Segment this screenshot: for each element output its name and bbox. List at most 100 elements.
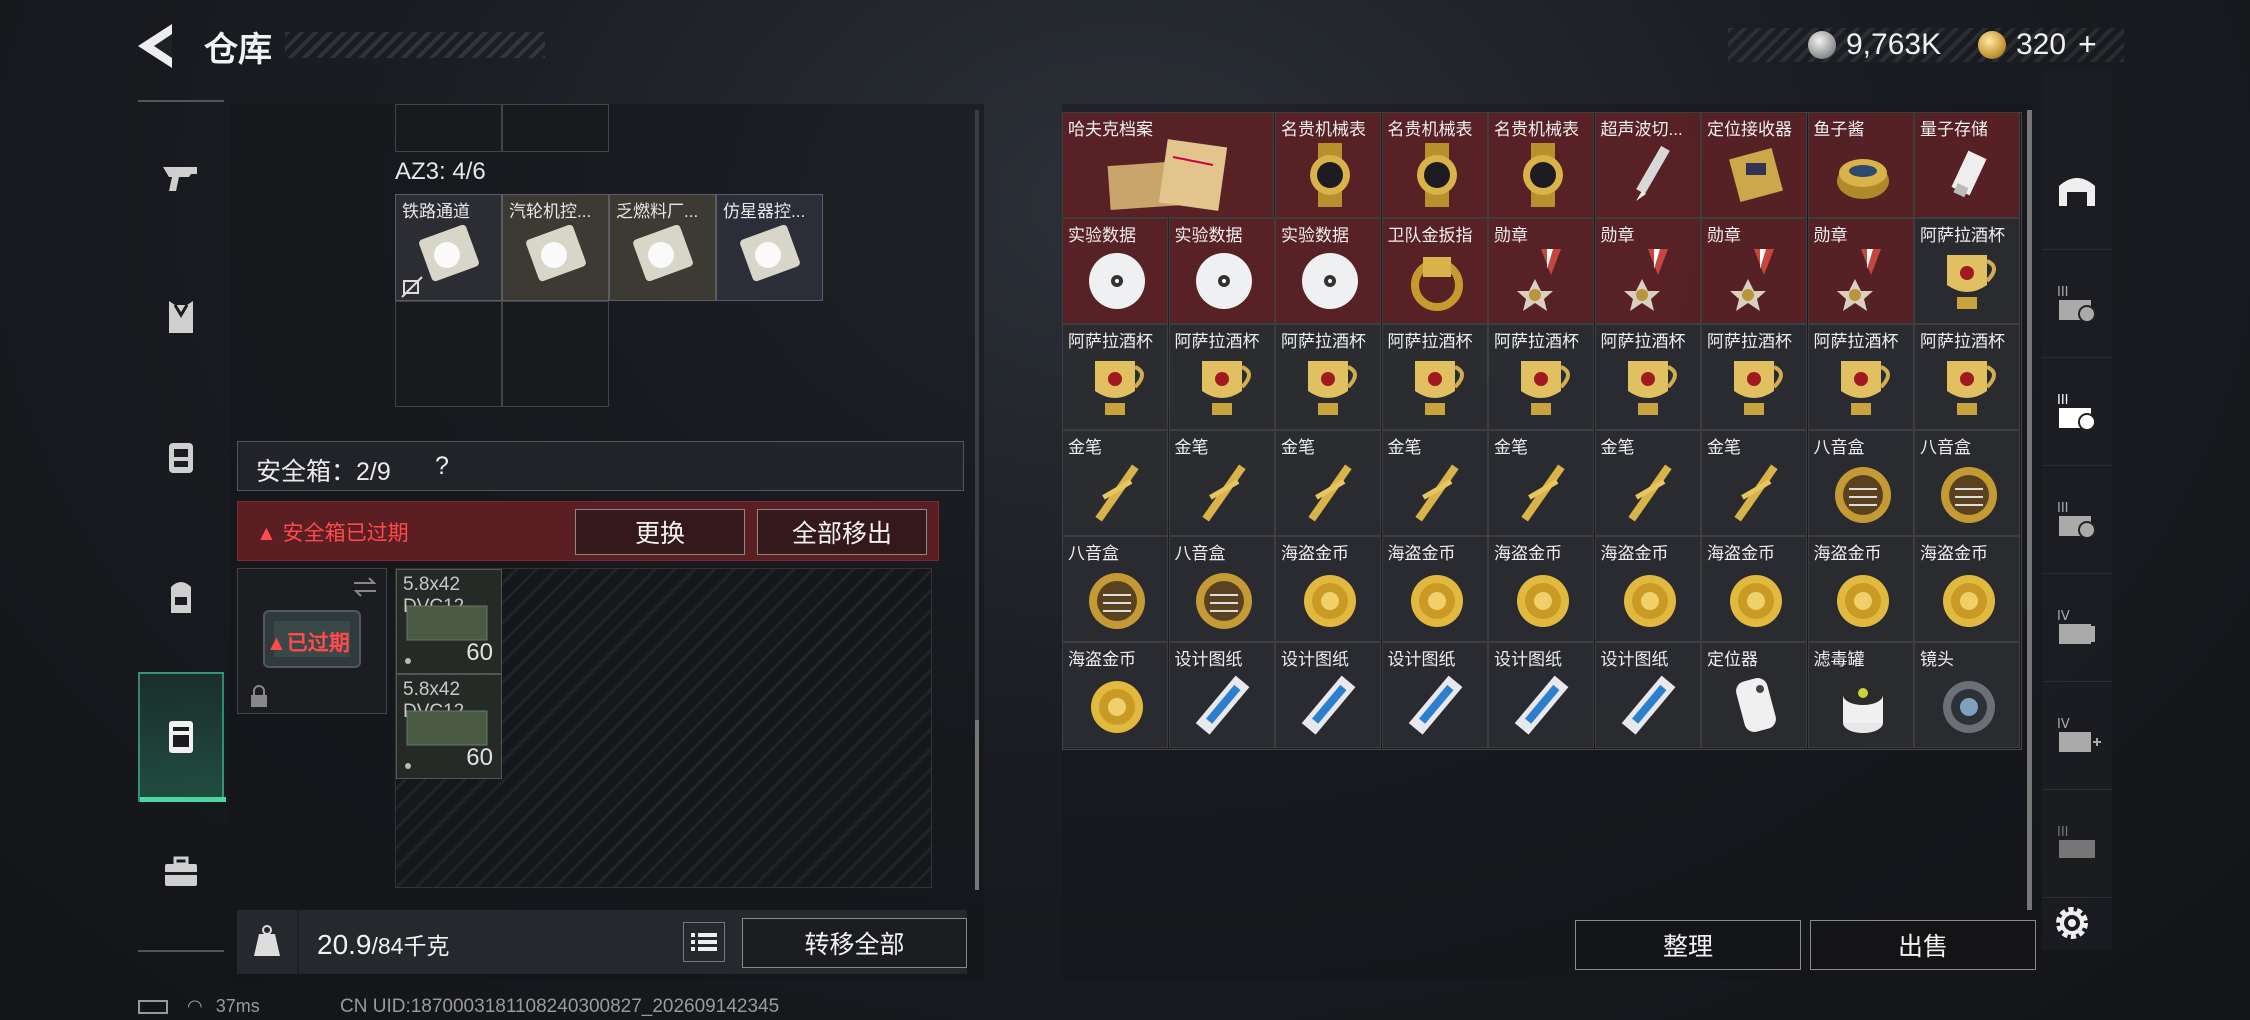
stash-item-cell[interactable]: 金笔 [1594,430,1701,536]
az3-container-label: AZ3: 4/6 [395,158,486,185]
stash-item-cell[interactable]: 定位器 [1701,642,1807,748]
stash-item-cell[interactable]: 海盗金币 [1381,536,1488,642]
stash-item-cell[interactable]: 阿萨拉酒杯 [1168,324,1275,430]
stash-item-cell[interactable]: 镜头 [1914,642,2020,748]
stash-item-cell[interactable]: 勋章 [1701,218,1807,324]
stash-item-label: 海盗金币 [1920,544,1988,563]
stash-item-label: 设计图纸 [1387,650,1456,669]
stash-item-cell[interactable]: 实验数据 [1275,218,1381,324]
stash-item-cell[interactable]: 海盗金币 [1807,536,1914,642]
stash-item-cell[interactable]: 金笔 [1488,430,1594,536]
stash-item-cell[interactable]: 名贵机械表 [1488,112,1594,218]
stash-item-cell[interactable]: 八音盒 [1914,430,2020,536]
sell-button[interactable]: 出售 [1810,920,2036,970]
transfer-all-button[interactable]: 转移全部 [742,918,967,968]
list-view-button[interactable] [683,922,725,962]
stash-item-cell[interactable]: 勋章 [1594,218,1701,324]
settings-gear-icon[interactable] [2049,900,2095,946]
stash-item-cell[interactable]: 金笔 [1381,430,1488,536]
left-scrollbar-thumb[interactable] [975,720,979,890]
grid-slot[interactable] [502,301,609,407]
grid-slot[interactable] [395,301,502,407]
stash-item-label: 设计图纸 [1600,650,1669,669]
stash-item-cell[interactable]: 海盗金币 [1701,536,1807,642]
stash-item-cell[interactable]: 设计图纸 [1594,642,1701,748]
stash-item-cell[interactable]: 阿萨拉酒杯 [1275,324,1381,430]
rail-stash-3a[interactable]: III [2042,250,2112,358]
stash-item-cell[interactable]: 八音盒 [1062,536,1168,642]
stash-item-cell[interactable]: 设计图纸 [1488,642,1594,748]
svg-text:III: III [2057,393,2069,408]
stash-item-label: 金笔 [1174,438,1209,457]
stash-item-cell[interactable]: 设计图纸 [1275,642,1381,748]
stash-item-cell[interactable]: 设计图纸 [1381,642,1488,748]
stash-item-cell[interactable]: 阿萨拉酒杯 [1062,324,1168,430]
safe-box-slot[interactable]: ▲已过期 [237,568,387,714]
stash-item-cell[interactable]: 阿萨拉酒杯 [1701,324,1807,430]
stash-item-cell[interactable]: 实验数据 [1062,218,1168,324]
stash-item-cell[interactable]: 定位接收器 [1701,112,1807,218]
stash-item-cell[interactable]: 阿萨拉酒杯 [1914,218,2020,324]
az3-item[interactable]: 仿星器控... [716,194,823,301]
stash-item-label: 定位器 [1707,650,1758,669]
rail-weapons[interactable] [138,127,224,227]
stash-item-cell[interactable]: 海盗金币 [1488,536,1594,642]
stash-item-cell[interactable]: 实验数据 [1168,218,1275,324]
stash-item-cell[interactable]: 八音盒 [1168,536,1275,642]
rail-stash-3c[interactable]: III [2042,466,2112,574]
page-title: 仓库 [204,31,272,69]
rail-safe-box[interactable] [138,672,226,802]
stash-item-cell[interactable]: 海盗金币 [1914,536,2020,642]
stash-item-cell[interactable]: 海盗金币 [1275,536,1381,642]
stash-item-cell[interactable]: 金笔 [1062,430,1168,536]
add-gold-button[interactable]: + [2078,26,2097,63]
back-arrow-icon[interactable] [138,24,180,68]
stash-item-cell[interactable]: 阿萨拉酒杯 [1807,324,1914,430]
right-scrollbar[interactable] [2027,110,2032,910]
stash-item-cell[interactable]: 勋章 [1488,218,1594,324]
rail-rig[interactable] [138,407,224,507]
stash-item-cell[interactable]: 滤毒罐 [1807,642,1914,748]
ammo-dot [405,763,411,769]
az3-item[interactable]: 汽轮机控... [502,194,609,301]
stash-item-cell[interactable]: 金笔 [1275,430,1381,536]
stash-item-cell[interactable]: 名贵机械表 [1275,112,1381,218]
help-icon[interactable]: ? [435,452,449,481]
move-all-out-button[interactable]: 全部移出 [757,509,927,555]
rail-stash-4a[interactable]: IV [2042,574,2112,682]
stash-item-cell[interactable]: 名贵机械表 [1381,112,1488,218]
stash-item-cell[interactable]: 海盗金币 [1594,536,1701,642]
stash-item-label: 金笔 [1387,438,1422,457]
grid-slot[interactable] [395,104,502,152]
stash-item-cell[interactable]: 海盗金币 [1062,642,1168,748]
stash-item-cell[interactable]: 设计图纸 [1168,642,1275,748]
sort-button[interactable]: 整理 [1575,920,1801,970]
stash-item-cell[interactable]: 哈夫克档案 [1062,112,1274,218]
rail-stash-3b-active[interactable]: III [2042,358,2112,466]
stash-item-cell[interactable]: 勋章 [1807,218,1914,324]
stash-item-cell[interactable]: 阿萨拉酒杯 [1914,324,2020,430]
stash-item-cell[interactable]: 阿萨拉酒杯 [1488,324,1594,430]
rail-backpack[interactable] [138,547,224,647]
stash-item-label: 设计图纸 [1281,650,1349,669]
rail-stash-4b[interactable]: IV [2042,682,2112,790]
stash-item-cell[interactable]: 超声波切... [1594,112,1701,218]
stash-item-cell[interactable]: 金笔 [1701,430,1807,536]
stash-item-cell[interactable]: 金笔 [1168,430,1275,536]
az3-item[interactable]: 铁路通道 [395,194,502,301]
stash-item-cell[interactable]: 卫队金扳指 [1381,218,1488,324]
rail-briefcase[interactable] [138,822,224,922]
rail-stash-3d[interactable]: III [2042,790,2112,898]
grid-slot[interactable] [502,104,609,152]
replace-button[interactable]: 更换 [575,509,745,555]
stash-item-cell[interactable]: 阿萨拉酒杯 [1381,324,1488,430]
stash-item-cell[interactable]: 鱼子酱 [1807,112,1914,218]
az3-item[interactable]: 乏燃料厂... [609,194,716,301]
stash-item-cell[interactable]: 阿萨拉酒杯 [1594,324,1701,430]
rail-armor[interactable] [138,267,224,367]
rail-stash-home[interactable] [2042,130,2112,250]
stash-item-cell[interactable]: 量子存储 [1914,112,2020,218]
ammo-item[interactable]: 5.8x42 DVC12 60 [396,674,502,779]
stash-item-cell[interactable]: 八音盒 [1807,430,1914,536]
ammo-item[interactable]: 5.8x42 DVC12 60 [396,569,502,674]
